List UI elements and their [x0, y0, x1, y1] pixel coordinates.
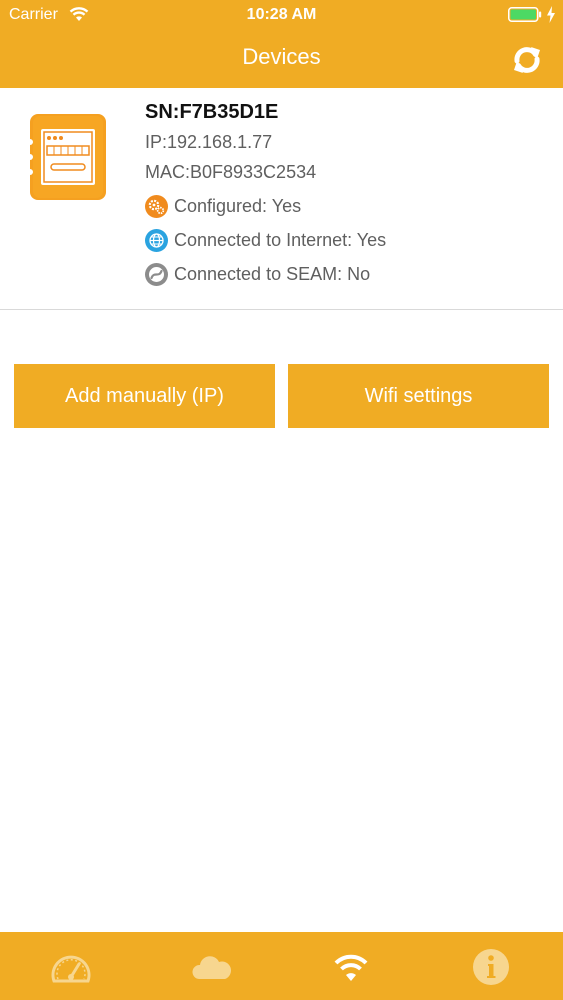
- globe-icon: [145, 229, 168, 252]
- tab-info[interactable]: [469, 947, 513, 987]
- navigation-header: Carrier 10:28 AM Devices: [0, 0, 563, 88]
- tab-bar: [0, 932, 563, 1000]
- device-list-item[interactable]: SN:F7B35D1E IP:192.168.1.77 MAC:B0F8933C…: [0, 88, 563, 310]
- charging-icon: [547, 6, 555, 23]
- status-internet-text: Connected to Internet: Yes: [174, 230, 387, 250]
- meter-device-icon: [27, 114, 106, 200]
- battery-icon: [508, 7, 542, 22]
- device-serial-number: SN:F7B35D1E: [145, 101, 279, 123]
- tab-cloud[interactable]: [189, 947, 233, 987]
- add-manually-button[interactable]: Add manually (IP): [14, 364, 275, 428]
- device-mac-address: MAC:B0F8933C2534: [145, 162, 317, 182]
- cloud-icon: [192, 956, 232, 979]
- device-ip-address: IP:192.168.1.77: [145, 132, 273, 152]
- status-seam-text: Connected to SEAM: No: [174, 264, 371, 284]
- refresh-icon[interactable]: [508, 41, 546, 79]
- wifi-settings-button[interactable]: Wifi settings: [288, 364, 549, 428]
- page-title: Devices: [242, 44, 321, 69]
- seam-icon: [145, 263, 168, 286]
- info-icon: [473, 949, 509, 985]
- status-configured-text: Configured: Yes: [174, 196, 302, 216]
- tab-wifi[interactable]: [329, 947, 373, 987]
- dashboard-icon: [51, 955, 91, 983]
- gears-icon: [145, 195, 168, 218]
- tab-dashboard[interactable]: [49, 947, 93, 987]
- status-time: 10:28 AM: [246, 6, 317, 23]
- status-bar: Carrier 10:28 AM: [0, 0, 563, 30]
- wifi-icon: [334, 954, 368, 981]
